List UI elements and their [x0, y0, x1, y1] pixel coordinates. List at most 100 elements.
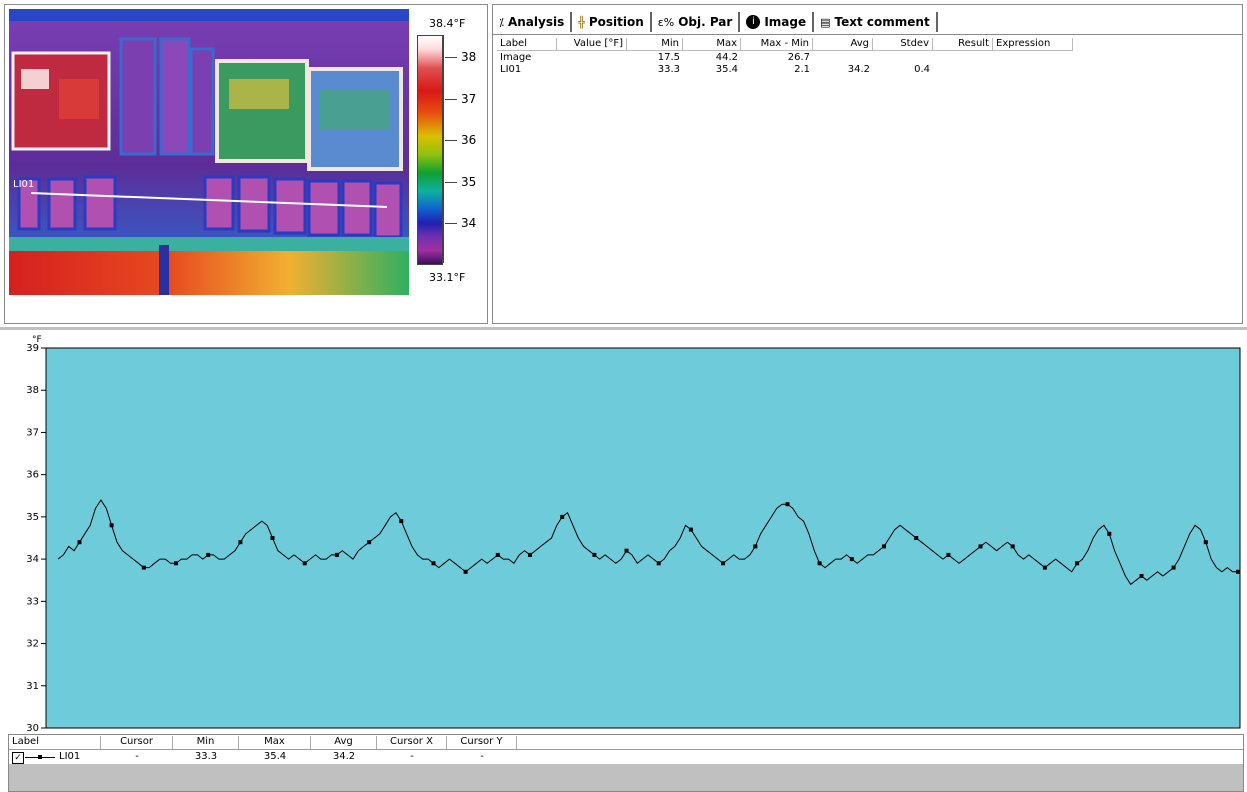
legend-col-cursor[interactable]: Cursor: [101, 736, 173, 749]
legend-col-cursor-x[interactable]: Cursor X: [377, 736, 447, 749]
legend-cursor-value: -: [135, 751, 139, 762]
legend-col-label[interactable]: Label: [9, 736, 101, 749]
legend-col-max[interactable]: Max: [239, 736, 311, 749]
scale-tick: 36: [461, 133, 477, 147]
legend-max-value: 35.4: [263, 751, 287, 762]
row-stdev: 0.4: [914, 64, 930, 75]
data-point-marker: [1075, 561, 1080, 566]
scale-min-label: 33.1°F: [429, 271, 466, 284]
data-point-marker: [270, 536, 275, 540]
row-max-min: 26.7: [787, 52, 810, 63]
position-icon: ╬: [578, 15, 585, 29]
tab-image-label: Image: [764, 15, 807, 29]
data-point-marker: [560, 514, 565, 519]
thermal-image[interactable]: [9, 9, 409, 295]
data-point-marker: [431, 561, 436, 566]
thermal-image-graphic: [9, 9, 409, 295]
data-point-marker: [1010, 544, 1015, 549]
row-max: 44.2: [715, 52, 738, 63]
data-point-marker: [624, 548, 629, 553]
tab-position[interactable]: ╬ Position: [572, 12, 652, 32]
obj-par-icon: ε%: [657, 15, 675, 29]
data-point-marker: [77, 540, 82, 545]
text-comment-icon: ▤: [820, 15, 831, 29]
col-header-expression[interactable]: Expression: [993, 38, 1073, 51]
y-tick-label: 35: [26, 512, 39, 523]
col-header-value[interactable]: Value [°F]: [557, 38, 627, 51]
line-label: LI01: [13, 179, 35, 190]
legend-cursor-y-value: -: [480, 751, 484, 762]
y-tick-label: 37: [26, 427, 39, 438]
y-tick-label: 36: [26, 470, 39, 481]
y-tick-label: 31: [26, 681, 39, 692]
data-point-marker: [753, 544, 758, 549]
tab-analysis-label: Analysis: [507, 15, 565, 29]
data-point-marker: [592, 552, 597, 557]
y-tick-label: 32: [26, 639, 39, 650]
legend-series-label: LI01: [59, 751, 81, 762]
data-point-marker: [109, 523, 114, 528]
data-point-marker: [495, 552, 500, 557]
row-min: 33.3: [657, 64, 680, 75]
data-point-marker: [721, 561, 726, 566]
data-point-marker: [1139, 574, 1144, 578]
data-point-marker: [946, 552, 951, 557]
data-point-marker: [463, 569, 468, 574]
legend-col-min[interactable]: Min: [173, 736, 239, 749]
series-checkbox[interactable]: ✓: [12, 752, 24, 764]
scale-tick: 37: [461, 92, 477, 106]
data-point-marker: [656, 561, 661, 566]
data-point-marker: [399, 519, 404, 524]
legend-row[interactable]: ✓ LI01 - 33.3 35.4 34.2 - -: [9, 750, 1243, 764]
data-point-marker: [1107, 531, 1112, 536]
data-point-marker: [785, 502, 790, 507]
row-label: Image: [500, 52, 532, 63]
tab-obj-par[interactable]: ε% Obj. Par: [652, 12, 741, 32]
tab-text-comment-label: Text comment: [834, 15, 930, 29]
data-point-marker: [528, 552, 532, 557]
data-point-marker: [238, 540, 243, 545]
col-header-result[interactable]: Result: [933, 38, 993, 51]
col-header-stdev[interactable]: Stdev: [873, 38, 933, 51]
col-header-max[interactable]: Max: [683, 38, 741, 51]
legend-col-cursor-y[interactable]: Cursor Y: [447, 736, 517, 749]
legend-col-avg[interactable]: Avg: [311, 736, 377, 749]
legend-cursor-x-value: -: [410, 751, 414, 762]
data-point-marker: [141, 565, 146, 570]
temperature-scale: 38.4°F 38 37 36 35 34 33.1°F: [415, 5, 487, 305]
data-point-marker: [206, 552, 211, 557]
row-min: 17.5: [657, 52, 680, 63]
data-point-marker: [882, 544, 886, 549]
scale-tick: 35: [461, 175, 477, 189]
analysis-icon: ⁒: [499, 15, 504, 29]
y-tick-label: 38: [26, 385, 39, 396]
scale-max-label: 38.4°F: [429, 17, 466, 30]
tab-analysis[interactable]: ⁒ Analysis: [493, 12, 573, 32]
tab-text-comment[interactable]: ▤ Text comment: [814, 12, 938, 32]
data-point-marker: [367, 540, 372, 545]
data-point-marker: [817, 561, 822, 566]
col-header-avg[interactable]: Avg: [813, 38, 873, 51]
y-axis: 39 38 37 36 35 34 33 32 31 30: [26, 343, 46, 734]
row-max: 35.4: [715, 64, 738, 75]
data-point-marker: [174, 561, 178, 566]
y-tick-label: 34: [26, 554, 39, 565]
data-point-marker: [1042, 565, 1047, 570]
col-header-label[interactable]: Label: [497, 38, 557, 51]
info-icon: i: [746, 15, 761, 29]
data-point-marker: [1171, 565, 1176, 570]
tab-position-label: Position: [588, 15, 644, 29]
scale-tick: 34: [461, 216, 477, 230]
data-point-marker: [302, 561, 307, 566]
analysis-panel: ⁒ Analysis ╬ Position ε% Obj. Par i Imag…: [492, 4, 1243, 324]
col-header-min[interactable]: Min: [627, 38, 683, 51]
legend-table: Label Cursor Min Max Avg Cursor X Cursor…: [8, 734, 1244, 792]
row-avg: 34.2: [847, 64, 870, 75]
plot-area[interactable]: [45, 347, 1241, 729]
data-point-marker: [978, 544, 983, 549]
thermal-image-panel: LI01 38.4°F 38 37 36 35 34 33.1°F: [4, 4, 488, 324]
data-point-marker: [1203, 540, 1208, 545]
col-header-max-min[interactable]: Max - Min: [741, 38, 813, 51]
tab-image[interactable]: i Image: [740, 12, 815, 32]
chart-svg: °F 39383736353433323130: [26, 335, 1241, 734]
